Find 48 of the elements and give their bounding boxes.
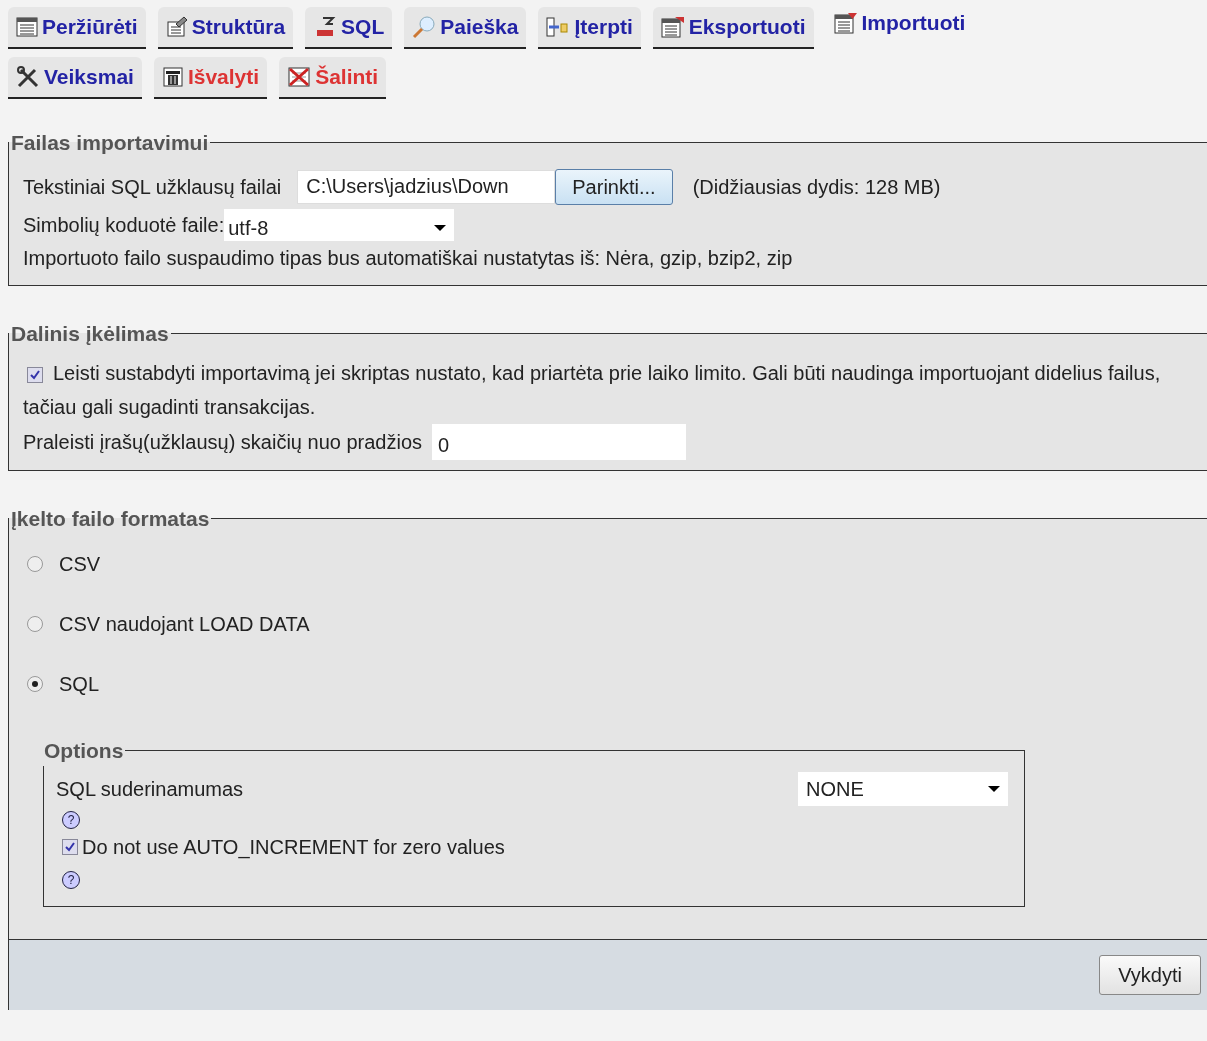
tab[interactable]: Peržiūrėti (8, 7, 146, 49)
trash-icon (161, 66, 184, 88)
radio-button[interactable] (27, 555, 43, 572)
tab[interactable]: Įterpti (538, 7, 641, 49)
search-icon (412, 15, 437, 39)
radio-label: CSV naudojant LOAD DATA (59, 611, 310, 637)
radio-label: CSV (59, 551, 101, 577)
table-import-icon (833, 12, 858, 34)
caret-icon (434, 224, 447, 231)
section-legend: Options (42, 734, 126, 767)
max-size-note: (Didžiausias dydis: 128 MB) (692, 174, 941, 200)
insert-row-icon (546, 16, 571, 38)
radio-label: SQL (59, 671, 100, 697)
caret-icon (988, 786, 1000, 793)
tab[interactable]: Paieška (404, 7, 527, 49)
tab[interactable]: Šalinti (279, 57, 387, 99)
compat-dropdown[interactable]: NONE (798, 772, 1008, 807)
table-edit-icon (165, 16, 188, 38)
help-icon[interactable]: ? (62, 811, 80, 830)
file-input[interactable]: C:\Users\jadzius\Down (297, 169, 556, 204)
section-legend: Įkelto failo formatas (9, 503, 212, 535)
table-export-icon (660, 16, 685, 38)
tab[interactable]: Išvalyti (153, 57, 268, 99)
compression-note: Importuoto failo suspaudimo tipas bus automatiškai nustatytas iš: Nėra, gzip, bzip2, zip (23, 245, 794, 271)
table-delete-icon (287, 66, 312, 88)
checkbox[interactable] (27, 367, 43, 384)
help-icon[interactable]: ? (62, 871, 80, 890)
table-icon (16, 17, 38, 37)
charset-dropdown[interactable]: utf-8 (224, 208, 455, 241)
tab[interactable]: Struktūra (157, 7, 294, 49)
browse-button[interactable]: Parinkti... (555, 168, 673, 205)
checkbox[interactable] (62, 839, 78, 856)
section-legend: Dalinis įkėlimas (9, 317, 171, 349)
field-label: SQL suderinamumas (56, 777, 244, 803)
section-legend: Failas importavimui (9, 127, 211, 159)
interrupt-option: Leisti sustabdyti importavimą jei skriptas nustato, kad priartėta prie laiko limito. Gali būti naudinga importuojant didelius failus, tačiau gali sugadinti transakcijas. (23, 357, 1193, 425)
radio-button[interactable] (27, 675, 43, 692)
checkbox-label: Do not use AUTO_INCREMENT for zero values (82, 835, 505, 861)
tab[interactable]: Eksportuoti (652, 7, 814, 49)
skip-count-input[interactable]: 0 (432, 424, 687, 461)
field-label: Tekstiniai SQL užklausų failai (23, 174, 282, 200)
tab[interactable]: SQL (305, 7, 393, 49)
field-label: Praleisti įrašų(užklausų) skaičių nuo pradžios (23, 430, 423, 456)
tab[interactable]: Veiksmai (8, 57, 142, 99)
submit-button[interactable]: Vykdyti (1099, 955, 1201, 996)
radio-button[interactable] (27, 615, 43, 632)
tools-icon (16, 65, 40, 89)
field-label: Simbolių koduotė faile: (23, 212, 225, 238)
